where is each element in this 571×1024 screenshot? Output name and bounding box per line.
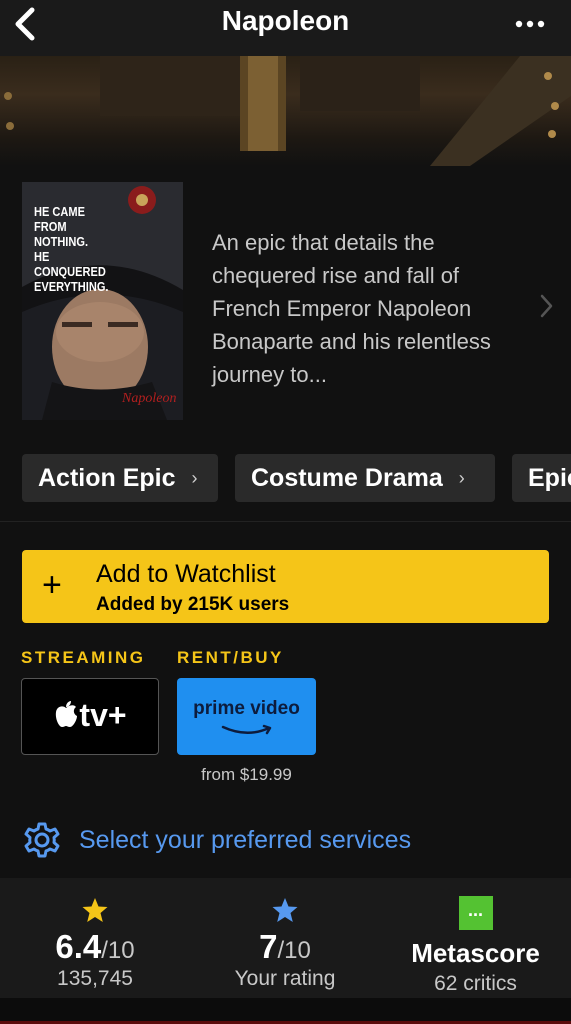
user-star-icon (272, 898, 298, 922)
rentbuy-label: RENT/BUY (177, 648, 284, 667)
section-divider (0, 521, 571, 522)
backdrop-art (4, 56, 571, 166)
svg-text:Napoleon: Napoleon (121, 391, 176, 406)
genre-chips: Action Epic› Costume Drama› Epic› (22, 454, 571, 502)
apple-icon (56, 701, 78, 727)
more-dots-icon (515, 20, 545, 28)
amazon-smile-icon (221, 724, 272, 735)
metascore-label: Metascore (411, 938, 540, 968)
prime-video-logo: prime video (193, 698, 300, 719)
poster-tagline: HE CAME FROM NOTHING. HE CONQUERED EVERY… (34, 204, 109, 294)
page-title: Napoleon (221, 5, 350, 36)
select-services-label: Select your preferred services (79, 825, 412, 854)
genre-chip-costume-drama[interactable]: Costume Drama › (235, 454, 495, 502)
streaming-label: STREAMING (21, 648, 146, 667)
select-services-link[interactable]: Select your preferred services (22, 820, 411, 860)
bottom-strip (0, 998, 571, 1024)
genre-chip-action-epic[interactable]: Action Epic › (22, 454, 218, 502)
metascore-critics: 62 critics (434, 972, 517, 995)
prime-video-button[interactable]: prime video (177, 678, 316, 755)
ratings-bar: 6.4/10 135,745 7/10 Your rating ... Meta… (0, 878, 571, 998)
your-rating[interactable]: 7/10 Your rating (190, 878, 380, 998)
apple-tv-plus-button[interactable]: tv+ (21, 678, 159, 755)
star-icon (82, 898, 108, 922)
gear-icon (24, 822, 60, 858)
imdb-rating[interactable]: 6.4/10 135,745 (0, 878, 190, 998)
more-options-button[interactable] (513, 10, 547, 38)
chevron-right-icon: › (191, 467, 198, 488)
user-score: 7/10 (259, 928, 311, 965)
watchlist-count: Added by 215K users (96, 594, 290, 615)
metascore[interactable]: ... Metascore 62 critics (380, 878, 571, 998)
plot-synopsis[interactable]: An epic that details the chequered rise … (212, 226, 532, 391)
genre-chip-epic[interactable]: Epic› (512, 454, 571, 502)
top-app-bar: Napoleon (0, 0, 571, 56)
chevron-right-icon: › (458, 467, 465, 488)
hero-backdrop-image[interactable] (0, 56, 571, 166)
chevron-right-icon[interactable] (536, 293, 556, 319)
plus-icon: + (42, 566, 62, 604)
add-to-watchlist-button[interactable]: + Add to Watchlist Added by 215K users (22, 550, 549, 623)
apple-tv-logo: tv+ (22, 697, 158, 734)
rent-price: from $19.99 (201, 765, 292, 784)
watchlist-title: Add to Watchlist (96, 560, 276, 588)
metascore-badge: ... (458, 896, 493, 930)
imdb-vote-count: 135,745 (57, 967, 133, 990)
imdb-score: 6.4/10 (55, 928, 135, 965)
movie-poster[interactable]: Napoleon HE CAME FROM NOTHING. HE CONQUE… (22, 182, 183, 420)
your-rating-label: Your rating (234, 967, 336, 990)
